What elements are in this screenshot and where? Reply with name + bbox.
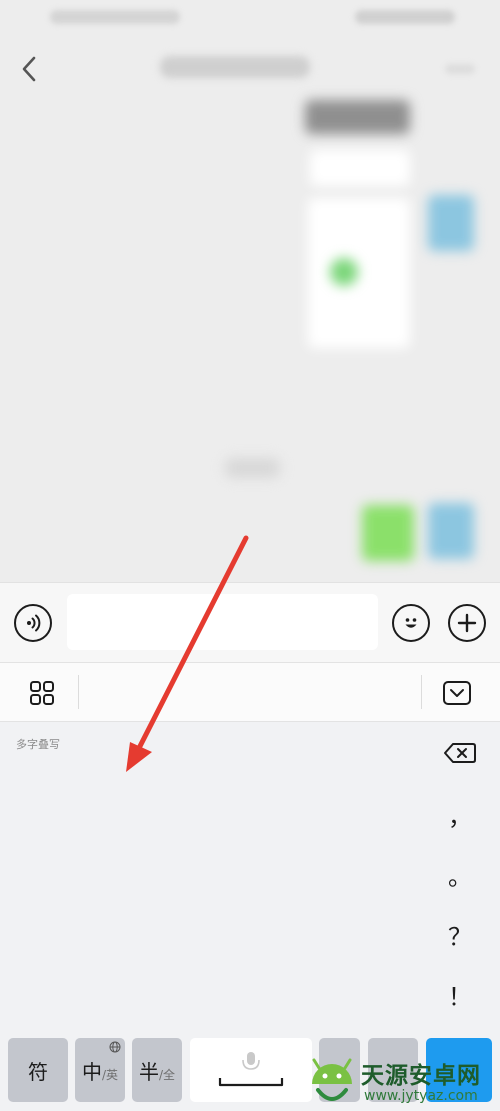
chat-input-bar bbox=[0, 582, 500, 662]
voice-button[interactable] bbox=[14, 604, 52, 642]
keyboard-menu-button[interactable] bbox=[28, 679, 56, 707]
chat-menu-blurred[interactable] bbox=[445, 64, 475, 74]
back-button[interactable] bbox=[14, 54, 44, 84]
message-bubble bbox=[362, 505, 414, 561]
question-mark-key[interactable]: ？ bbox=[420, 904, 500, 964]
android-robot-icon bbox=[312, 1058, 352, 1101]
grid-icon bbox=[30, 681, 54, 705]
message-bubble bbox=[310, 150, 410, 186]
message-card bbox=[308, 198, 410, 348]
hide-keyboard-button[interactable] bbox=[441, 679, 473, 707]
full-key-sublabel: /全 bbox=[158, 1067, 176, 1082]
space-mic-icon bbox=[218, 1052, 284, 1087]
watermark-url: www.jytyaz.com bbox=[364, 1088, 478, 1104]
period-key[interactable]: 。 bbox=[420, 844, 500, 904]
english-key-sublabel: /英 bbox=[101, 1067, 119, 1082]
voice-icon bbox=[27, 614, 41, 632]
half-key-label: 半 bbox=[138, 1059, 159, 1084]
toolbar-divider bbox=[78, 675, 79, 709]
globe-icon bbox=[109, 1041, 121, 1053]
avatar[interactable] bbox=[428, 195, 474, 251]
message-bubble bbox=[305, 100, 410, 134]
message-input[interactable] bbox=[67, 594, 378, 650]
ime-keyboard: 多字叠写 ， 。 ？ ！ 符 中/英 半/全 bbox=[0, 662, 500, 1111]
space-key[interactable] bbox=[190, 1038, 312, 1102]
watermark-text: 天源安卓网 bbox=[361, 1063, 481, 1089]
status-right-blurred bbox=[355, 10, 455, 24]
symbols-key-label: 符 bbox=[28, 1059, 48, 1084]
chat-screen bbox=[0, 0, 500, 582]
emoji-icon bbox=[405, 618, 417, 628]
delete-key[interactable] bbox=[420, 722, 500, 784]
backspace-icon bbox=[444, 743, 476, 763]
emoji-button[interactable] bbox=[392, 604, 430, 642]
more-button[interactable] bbox=[448, 604, 486, 642]
half-full-width-key[interactable]: 半/全 bbox=[132, 1038, 182, 1102]
chat-title-blurred bbox=[160, 56, 310, 78]
exclamation-key[interactable]: ！ bbox=[420, 964, 500, 1024]
chinese-english-toggle-key[interactable]: 中/英 bbox=[75, 1038, 125, 1102]
site-watermark: 天源安卓网 www.jytyaz.com bbox=[298, 1046, 500, 1111]
avatar[interactable] bbox=[428, 503, 474, 559]
keyboard-collapse-icon bbox=[443, 681, 471, 705]
handwriting-area[interactable]: 多字叠写 bbox=[0, 722, 420, 1035]
symbols-key[interactable]: 符 bbox=[8, 1038, 68, 1102]
comma-key[interactable]: ， bbox=[420, 784, 500, 844]
chinese-key-label: 中 bbox=[81, 1059, 102, 1084]
punctuation-column: ， 。 ？ ！ bbox=[420, 722, 500, 1035]
toolbar-divider bbox=[421, 675, 422, 709]
message-card-icon bbox=[330, 258, 358, 286]
timestamp-blurred bbox=[225, 458, 280, 478]
chevron-left-icon bbox=[22, 56, 36, 82]
status-bar bbox=[0, 0, 500, 36]
keyboard-toolbar bbox=[0, 662, 500, 722]
plus-icon bbox=[457, 613, 477, 633]
status-left-blurred bbox=[50, 10, 180, 24]
handwriting-mode-label: 多字叠写 bbox=[16, 738, 60, 751]
